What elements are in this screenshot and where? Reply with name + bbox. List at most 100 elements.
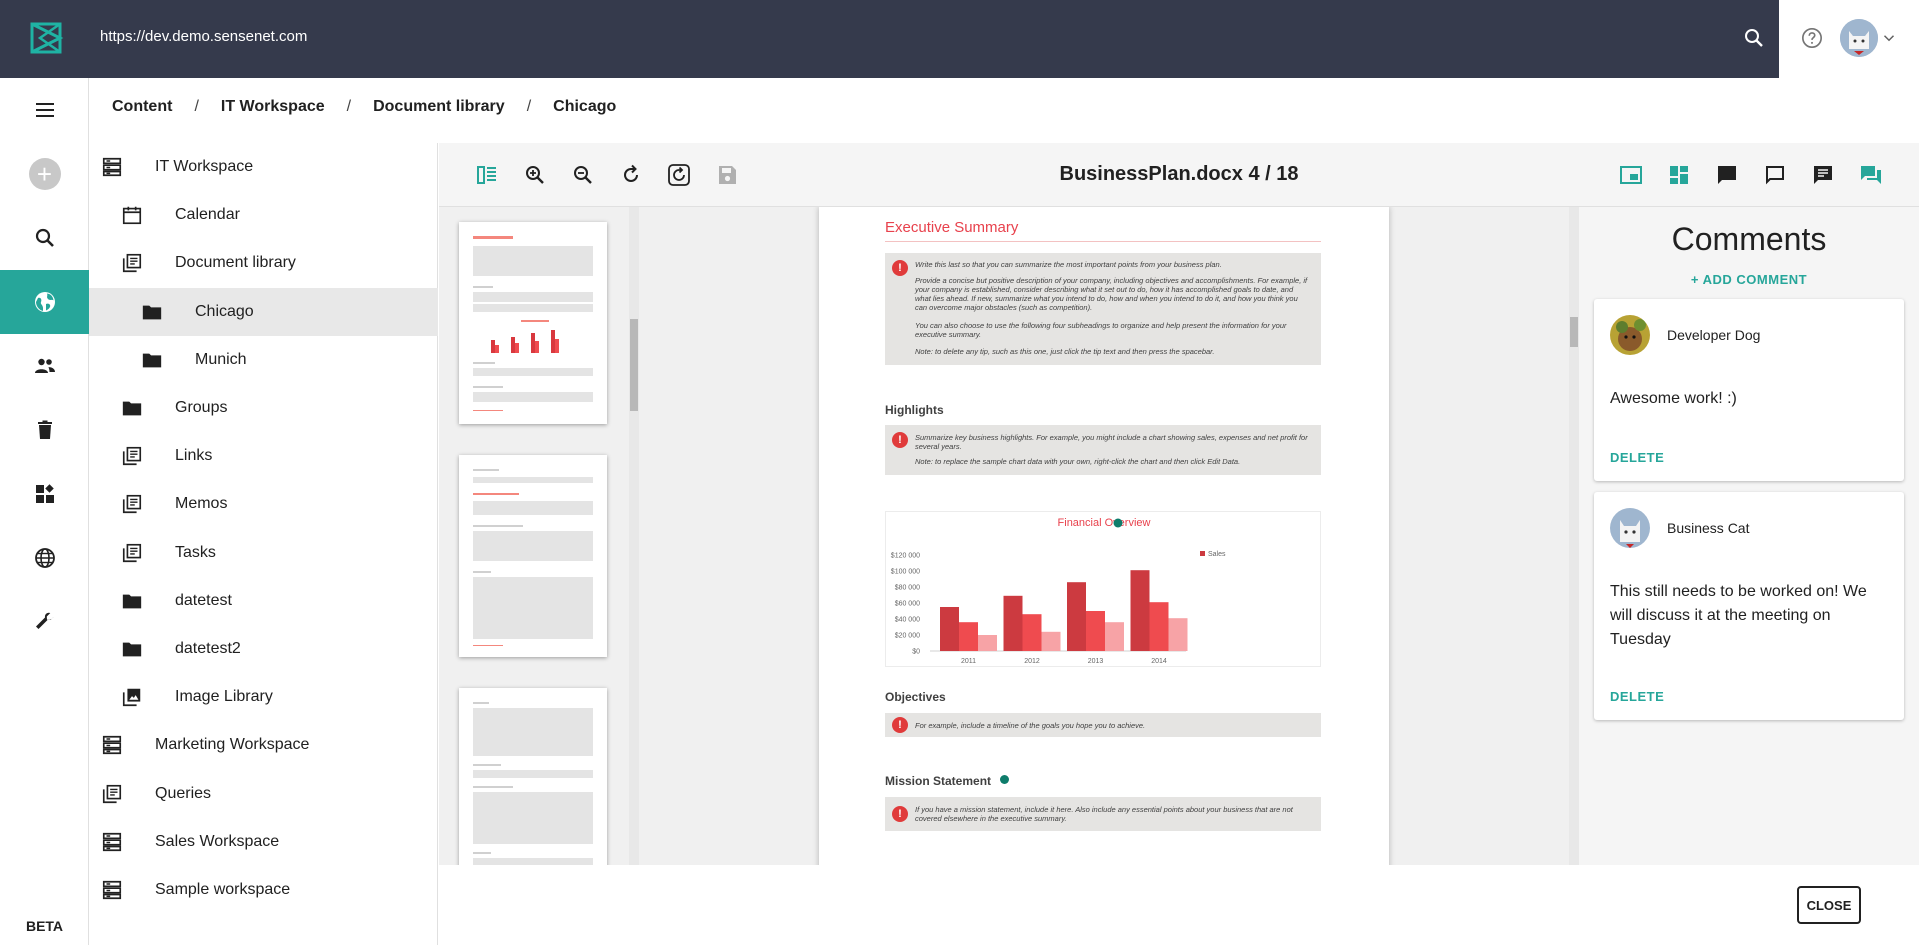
breadcrumb-item[interactable]: Chicago <box>553 98 616 116</box>
rail-apps-button[interactable] <box>0 462 89 526</box>
library-icon <box>102 784 122 803</box>
close-button[interactable]: CLOSE <box>1797 886 1861 924</box>
comment-author: Developer Dog <box>1667 327 1761 343</box>
menu-button[interactable] <box>0 78 89 142</box>
tree-item-label: Tasks <box>175 543 216 561</box>
add-button[interactable]: + <box>0 142 89 206</box>
image-library-icon <box>122 688 141 707</box>
tip-text: Provide a concise but positive descripti… <box>915 276 1308 312</box>
tree-item-label: Document library <box>175 254 296 272</box>
comment-author: Business Cat <box>1667 520 1750 536</box>
toggle-thumbnails-icon[interactable] <box>475 163 499 187</box>
tree-item[interactable]: Sample workspace <box>89 866 438 914</box>
legend-swatch <box>1200 551 1205 556</box>
tree-item[interactable]: Calendar <box>89 191 438 239</box>
rail-setup-button[interactable] <box>0 590 89 654</box>
page-thumbnail[interactable] <box>459 222 607 424</box>
y-tick-label: $0 <box>912 649 920 656</box>
x-tick-label: 2013 <box>1088 658 1104 665</box>
folder-icon <box>122 642 142 657</box>
x-tick-label: 2011 <box>961 658 976 665</box>
picture-in-picture-icon[interactable] <box>1619 163 1643 187</box>
breadcrumb-separator: / <box>346 98 352 115</box>
document-scrollbar[interactable] <box>1569 207 1579 865</box>
page-thumbnail[interactable] <box>459 455 607 657</box>
tree-item[interactable]: Groups <box>89 384 438 432</box>
delete-comment-button[interactable]: DELETE <box>1610 689 1664 704</box>
tip-text: Note: to replace the sample chart data w… <box>915 457 1241 466</box>
thumbnail-scrollbar[interactable] <box>629 207 639 865</box>
bar <box>1022 614 1042 651</box>
marker-dot <box>1000 775 1010 784</box>
rail-search-button[interactable] <box>0 206 89 270</box>
save-icon[interactable] <box>715 163 739 187</box>
tree-item[interactable]: datetest <box>89 577 438 625</box>
comments-list-icon[interactable] <box>1811 163 1835 187</box>
scrollbar-thumb[interactable] <box>1570 317 1578 347</box>
tip-icon: ! <box>892 432 908 448</box>
section-heading: Highlights <box>885 403 944 417</box>
search-icon[interactable] <box>1742 26 1766 50</box>
tree-item[interactable]: Memos <box>89 480 438 528</box>
chevron-down-icon[interactable] <box>1880 29 1898 47</box>
rotate-document-icon[interactable] <box>667 163 691 187</box>
bar <box>1105 622 1124 651</box>
tree-item[interactable]: Links <box>89 432 438 480</box>
library-icon <box>122 495 142 514</box>
rail-trash-button[interactable] <box>0 398 89 462</box>
workspace-icon <box>102 736 122 755</box>
zoom-in-icon[interactable] <box>523 163 547 187</box>
tree-item-label: datetest <box>175 591 232 609</box>
tree-item[interactable]: Image Library <box>89 673 438 721</box>
bar <box>940 607 959 651</box>
tree-item-label: Image Library <box>175 688 273 706</box>
rail-localization-button[interactable] <box>0 526 89 590</box>
add-comment-button[interactable]: + ADD COMMENT <box>1579 272 1919 287</box>
scrollbar-thumb[interactable] <box>630 319 638 411</box>
comment-outline-icon[interactable] <box>1763 163 1787 187</box>
tree-item[interactable]: Sales Workspace <box>89 818 438 866</box>
tree-item[interactable]: datetest2 <box>89 625 438 673</box>
tree-item[interactable]: Tasks <box>89 529 438 577</box>
y-tick-label: $20 000 <box>895 633 920 640</box>
tree-item-label: datetest2 <box>175 640 241 657</box>
language-icon <box>34 548 55 568</box>
user-avatar[interactable] <box>1840 19 1878 57</box>
breadcrumb-item[interactable]: Document library <box>373 98 505 116</box>
forum-icon[interactable] <box>1859 163 1883 187</box>
business-cat-avatar <box>1610 508 1650 548</box>
top-app-bar: https://dev.demo.sensenet.com <box>0 0 1779 78</box>
tree-item[interactable]: Queries <box>89 770 438 818</box>
rail-content-button[interactable] <box>0 270 89 334</box>
tip-text: You can also choose to use the following… <box>915 321 1287 339</box>
breadcrumb-item[interactable]: IT Workspace <box>221 98 325 116</box>
rotate-page-icon[interactable] <box>619 163 643 187</box>
tree-item[interactable]: Munich <box>89 336 438 384</box>
tree-item[interactable]: Chicago <box>89 287 438 336</box>
page-heading: Executive Summary <box>885 219 1019 236</box>
help-icon[interactable] <box>1801 27 1823 49</box>
page-thumbnail[interactable] <box>459 688 607 865</box>
comment-filled-icon[interactable] <box>1715 163 1739 187</box>
tree-item-label: Queries <box>155 784 212 802</box>
comment-text: This still needs to be worked on! We wil… <box>1610 583 1867 648</box>
comment-text: Awesome work! :) <box>1610 390 1737 407</box>
tree-item[interactable]: Document library <box>89 239 438 287</box>
breadcrumb-item[interactable]: Content <box>112 98 172 116</box>
delete-comment-button[interactable]: DELETE <box>1610 450 1664 465</box>
zoom-out-icon[interactable] <box>571 163 595 187</box>
tree-item-label: Munich <box>195 350 247 368</box>
comment-card: Developer Dog Awesome work! :) DELETE <box>1594 299 1904 481</box>
rail-users-button[interactable] <box>0 334 89 398</box>
sensenet-logo[interactable] <box>28 20 64 56</box>
tree-item[interactable]: IT Workspace <box>89 143 438 191</box>
tree-item-label: Sales Workspace <box>155 832 280 850</box>
tip-text: Note: to delete any tip, such as this on… <box>915 347 1215 356</box>
bar <box>1149 602 1169 651</box>
tree-item-label: Chicago <box>195 302 254 320</box>
x-tick-label: 2012 <box>1024 658 1040 665</box>
trash-icon <box>37 420 52 439</box>
dashboard-icon[interactable] <box>1667 163 1691 187</box>
tree-item[interactable]: Marketing Workspace <box>89 721 438 769</box>
viewer-toolbar: BusinessPlan.docx 4 / 18 <box>439 143 1919 207</box>
